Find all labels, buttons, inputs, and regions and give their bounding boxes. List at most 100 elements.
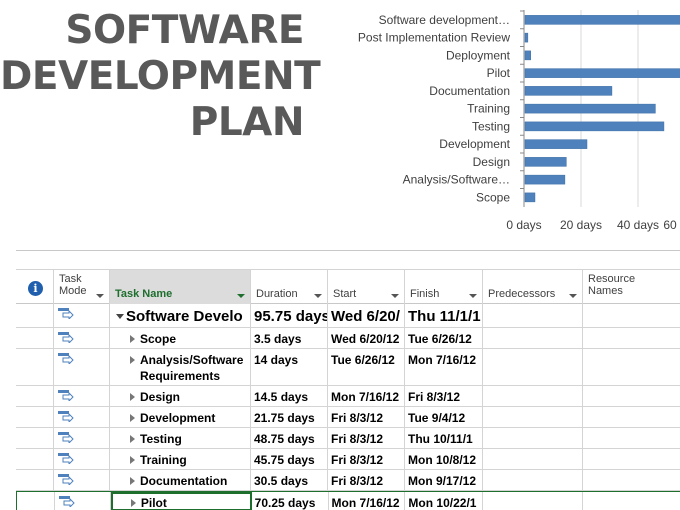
- task-row[interactable]: Software Develo 95.75 days Wed 6/20/Thu 11…: [16, 304, 680, 328]
- task-mode-cell[interactable]: [54, 304, 110, 327]
- task-finish-cell[interactable]: Tue 9/4/12: [405, 407, 483, 427]
- task-predecessors-cell[interactable]: [483, 349, 583, 385]
- task-resource-cell[interactable]: [583, 449, 680, 469]
- task-predecessors-cell[interactable]: [483, 492, 584, 510]
- task-predecessors-cell[interactable]: [483, 449, 583, 469]
- task-mode-cell[interactable]: [55, 492, 111, 510]
- expand-triangle-icon[interactable]: [130, 335, 135, 343]
- task-finish-cell[interactable]: Mon 9/17/12: [405, 470, 483, 490]
- column-header-duration[interactable]: Duration: [251, 270, 328, 304]
- task-name-cell[interactable]: Development: [110, 407, 251, 427]
- task-finish-cell[interactable]: Mon 10/22/1: [405, 492, 484, 510]
- task-resource-cell[interactable]: [583, 349, 680, 385]
- task-name-cell[interactable]: Scope: [110, 328, 251, 348]
- task-start-cell[interactable]: Wed 6/20/12: [328, 328, 405, 348]
- task-start-cell[interactable]: Wed 6/20/: [328, 304, 405, 327]
- expand-triangle-icon[interactable]: [130, 393, 135, 401]
- task-duration-cell[interactable]: 3.5 days: [251, 328, 328, 348]
- dropdown-arrow-icon[interactable]: [96, 294, 104, 298]
- task-duration-cell[interactable]: 70.25 days: [252, 492, 329, 510]
- task-finish-cell[interactable]: Tue 6/26/12: [405, 328, 483, 348]
- task-start-cell[interactable]: Mon 7/16/12: [329, 492, 406, 510]
- column-header-resource-names[interactable]: Resource Names: [583, 270, 680, 304]
- column-header-predecessors[interactable]: Predecessors: [483, 270, 583, 304]
- task-resource-cell[interactable]: [583, 492, 680, 510]
- task-row[interactable]: Analysis/Software Requirements 14 days Tue…: [16, 349, 680, 386]
- task-name-cell[interactable]: Documentation: [110, 470, 251, 490]
- row-indicator-cell[interactable]: [16, 304, 54, 327]
- task-resource-cell[interactable]: [583, 328, 680, 348]
- task-resource-cell[interactable]: [583, 428, 680, 448]
- task-duration-cell[interactable]: 14.5 days: [251, 386, 328, 406]
- task-row[interactable]: Scope 3.5 days Wed 6/20/12 Tue 6/26/12: [16, 328, 680, 349]
- row-indicator-cell[interactable]: [16, 428, 54, 448]
- task-resource-cell[interactable]: [583, 386, 680, 406]
- task-duration-cell[interactable]: 14 days: [251, 349, 328, 385]
- row-indicator-cell[interactable]: [16, 349, 54, 385]
- task-finish-cell[interactable]: Thu 11/1/1: [405, 304, 483, 327]
- task-finish-cell[interactable]: Thu 10/11/1: [405, 428, 483, 448]
- dropdown-arrow-icon[interactable]: [469, 294, 477, 298]
- task-start-cell[interactable]: Fri 8/3/12: [328, 470, 405, 490]
- column-header-finish[interactable]: Finish: [405, 270, 483, 304]
- task-row[interactable]: Pilot 70.25 days Mon 7/16/12 Mon 10/22/1: [16, 491, 680, 510]
- dropdown-arrow-icon[interactable]: [569, 294, 577, 298]
- task-row[interactable]: Development 21.75 days Fri 8/3/12 Tue 9/4/1…: [16, 407, 680, 428]
- row-indicator-cell[interactable]: [16, 470, 54, 490]
- task-duration-cell[interactable]: 48.75 days: [251, 428, 328, 448]
- task-mode-cell[interactable]: [54, 349, 110, 385]
- task-resource-cell[interactable]: [583, 407, 680, 427]
- task-finish-cell[interactable]: Fri 8/3/12: [405, 386, 483, 406]
- task-name-cell[interactable]: Software Develo: [110, 304, 251, 327]
- task-predecessors-cell[interactable]: [483, 386, 583, 406]
- expand-triangle-icon[interactable]: [130, 435, 135, 443]
- expand-triangle-icon[interactable]: [130, 477, 135, 485]
- collapse-triangle-icon[interactable]: [116, 314, 124, 319]
- task-start-cell[interactable]: Fri 8/3/12: [328, 407, 405, 427]
- task-start-cell[interactable]: Fri 8/3/12: [328, 428, 405, 448]
- expand-triangle-icon[interactable]: [130, 499, 136, 507]
- column-header-info[interactable]: i: [16, 270, 54, 304]
- expand-triangle-icon[interactable]: [130, 356, 135, 364]
- dropdown-arrow-icon[interactable]: [314, 294, 322, 298]
- column-header-task-mode[interactable]: Task Mode: [54, 270, 110, 304]
- task-predecessors-cell[interactable]: [483, 407, 583, 427]
- task-predecessors-cell[interactable]: [483, 304, 583, 327]
- task-mode-cell[interactable]: [54, 407, 110, 427]
- task-duration-cell[interactable]: 21.75 days: [251, 407, 328, 427]
- task-mode-cell[interactable]: [54, 328, 110, 348]
- dropdown-arrow-icon[interactable]: [391, 294, 399, 298]
- row-indicator-cell[interactable]: [16, 386, 54, 406]
- task-predecessors-cell[interactable]: [483, 328, 583, 348]
- task-name-cell[interactable]: Testing: [110, 428, 251, 448]
- expand-triangle-icon[interactable]: [130, 456, 135, 464]
- task-mode-cell[interactable]: [54, 470, 110, 490]
- task-duration-cell[interactable]: 30.5 days: [251, 470, 328, 490]
- task-row[interactable]: Testing 48.75 days Fri 8/3/12 Thu 10/11/1: [16, 428, 680, 449]
- column-header-task-name[interactable]: Task Name: [110, 270, 251, 304]
- dropdown-arrow-icon[interactable]: [237, 294, 245, 298]
- row-indicator-cell[interactable]: [16, 407, 54, 427]
- row-indicator-cell[interactable]: [17, 492, 55, 510]
- column-header-start[interactable]: Start: [328, 270, 405, 304]
- task-name-cell[interactable]: Analysis/Software Requirements: [110, 349, 251, 385]
- expand-triangle-icon[interactable]: [130, 414, 135, 422]
- task-duration-cell[interactable]: 45.75 days: [251, 449, 328, 469]
- task-resource-cell[interactable]: [583, 304, 680, 327]
- row-indicator-cell[interactable]: [16, 328, 54, 348]
- task-resource-cell[interactable]: [583, 470, 680, 490]
- task-name-cell[interactable]: Pilot: [110, 492, 252, 510]
- task-start-cell[interactable]: Mon 7/16/12: [328, 386, 405, 406]
- task-start-cell[interactable]: Fri 8/3/12: [328, 449, 405, 469]
- task-row[interactable]: Training 45.75 days Fri 8/3/12 Mon 10/8/12: [16, 449, 680, 470]
- task-mode-cell[interactable]: [54, 449, 110, 469]
- task-predecessors-cell[interactable]: [483, 470, 583, 490]
- task-name-cell[interactable]: Training: [110, 449, 251, 469]
- task-duration-cell[interactable]: 95.75 days: [251, 304, 328, 327]
- task-mode-cell[interactable]: [54, 386, 110, 406]
- task-predecessors-cell[interactable]: [483, 428, 583, 448]
- row-indicator-cell[interactable]: [16, 449, 54, 469]
- task-name-cell[interactable]: Design: [110, 386, 251, 406]
- task-row[interactable]: Documentation 30.5 days Fri 8/3/12 Mon 9/17…: [16, 470, 680, 491]
- task-finish-cell[interactable]: Mon 7/16/12: [405, 349, 483, 385]
